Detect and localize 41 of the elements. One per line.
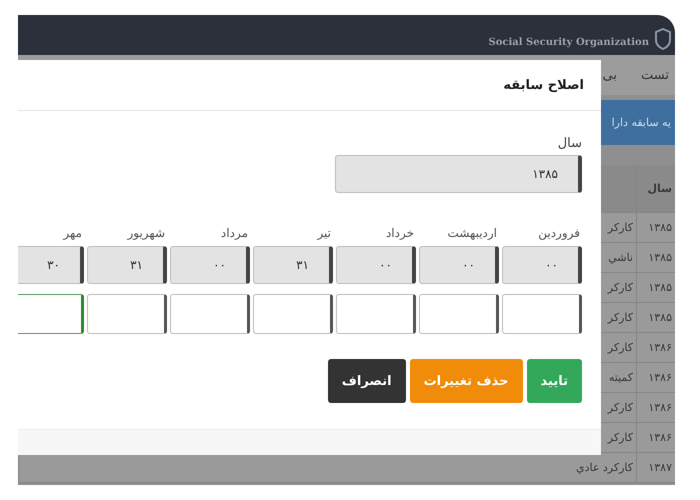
month-value-field[interactable]: ۳۱ — [87, 246, 167, 284]
month-value-field[interactable]: ۰۰ — [170, 246, 250, 284]
month-input-field[interactable] — [170, 294, 250, 334]
month-value-field[interactable]: ۰۰ — [502, 246, 582, 284]
table-cell: ۱۳۸۶ — [636, 363, 675, 393]
month-value-field[interactable]: ۰۰ — [336, 246, 416, 284]
cancel-button[interactable]: انصراف — [328, 359, 406, 403]
month-label: مهر — [62, 226, 83, 240]
table-cell: ۱۳۸۵ — [636, 273, 675, 303]
month-input-field[interactable] — [502, 294, 582, 334]
month-input-field[interactable] — [336, 294, 416, 334]
table-cell: ۱۳۸۵ — [636, 213, 675, 243]
month-input-field[interactable] — [419, 294, 499, 334]
year-field[interactable]: ۱۳۸۵ — [335, 155, 582, 193]
month-value-field[interactable]: ۰۰ — [419, 246, 499, 284]
nav-item[interactable]: تست — [641, 68, 669, 82]
month-value-field[interactable]: ۳۱ — [253, 246, 333, 284]
nav-item[interactable]: بی — [602, 68, 618, 82]
month-label: شهریور — [126, 226, 166, 240]
month-value-field[interactable]: ۳۰ — [18, 246, 84, 284]
table-cell: ۱۳۸۵ — [636, 303, 675, 333]
table-cell: ۱۳۸۵ — [636, 243, 675, 273]
shield-icon — [655, 28, 671, 50]
table-cell: ۱۳۸۶ — [636, 393, 675, 423]
table-cell: ۱۳۸۶ — [636, 333, 675, 363]
month-input-field[interactable] — [18, 294, 84, 334]
column-header: سال — [636, 165, 675, 213]
header-title: Social Security Organization — [488, 36, 649, 48]
month-label: خرداد — [384, 226, 415, 240]
month-label: اردیبهشت — [446, 226, 498, 240]
month-input-field[interactable] — [253, 294, 333, 334]
table-cell: کارکرد عادي — [18, 453, 636, 483]
field-label: سال — [558, 136, 582, 151]
banner-text: یه سابقه دارا — [612, 116, 671, 129]
table-cell: ۱۳۸۷ — [636, 453, 675, 483]
table-cell: ۱۳۸۶ — [636, 423, 675, 453]
month-label: فروردین — [537, 226, 581, 240]
month-label: تیر — [316, 226, 332, 240]
dialog-title: اصلاح سابقه — [503, 78, 584, 92]
month-label: مرداد — [220, 226, 249, 240]
month-input-field[interactable] — [87, 294, 167, 334]
